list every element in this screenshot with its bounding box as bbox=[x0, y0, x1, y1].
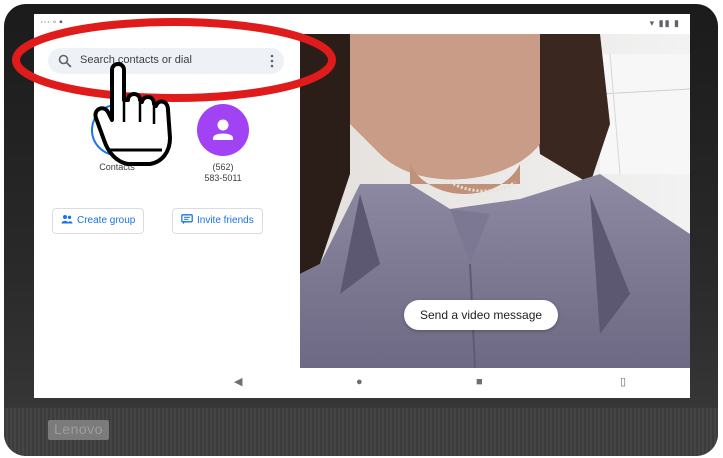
send-video-message-button[interactable]: Send a video message bbox=[404, 300, 559, 330]
invite-friends-button[interactable]: Invite friends bbox=[172, 208, 263, 234]
status-icons-left: ⋯ ◦ ▪ bbox=[40, 17, 63, 28]
contact-area-code: (562) bbox=[212, 162, 234, 172]
navigation-bar: ◀ ● ■ ▯ bbox=[34, 368, 690, 398]
recents-icon[interactable]: ■ bbox=[476, 376, 483, 388]
rotate-icon[interactable]: ▯ bbox=[620, 376, 626, 388]
contacts-tile-label: Contacts bbox=[99, 162, 135, 172]
contacts-pane: Search contacts or dial Contacts (562) 5… bbox=[34, 34, 300, 368]
search-icon bbox=[58, 54, 72, 68]
person-icon bbox=[213, 119, 233, 140]
back-icon[interactable]: ◀ bbox=[234, 376, 242, 388]
contacts-tile[interactable]: Contacts bbox=[82, 104, 152, 173]
contacts-avatar bbox=[91, 104, 143, 156]
avatar bbox=[197, 104, 249, 156]
status-icons-right: ▾ ▮▮ ▮ bbox=[649, 18, 680, 28]
contact-number: 583-5011 bbox=[204, 173, 242, 183]
create-group-label: Create group bbox=[77, 215, 136, 226]
tablet-screen: ⋯ ◦ ▪ ▾ ▮▮ ▮ Search contacts or dial Con bbox=[34, 14, 690, 398]
contact-tile-phone[interactable]: (562) 583-5011 bbox=[188, 104, 258, 184]
search-input[interactable]: Search contacts or dial bbox=[48, 48, 284, 74]
speaker-grille bbox=[4, 408, 718, 456]
brand-logo: Lenovo bbox=[48, 420, 109, 440]
contact-tile-label: (562) 583-5011 bbox=[188, 162, 258, 184]
home-icon[interactable]: ● bbox=[356, 376, 363, 388]
more-vert-icon[interactable] bbox=[270, 53, 274, 69]
message-icon bbox=[181, 214, 193, 224]
create-group-button[interactable]: Create group bbox=[52, 208, 145, 234]
camera-preview: Send a video message bbox=[300, 34, 690, 368]
search-placeholder: Search contacts or dial bbox=[80, 54, 192, 66]
stage: Lenovo ⋯ ◦ ▪ ▾ ▮▮ ▮ Search contacts or d… bbox=[0, 0, 723, 458]
group-icon bbox=[61, 215, 73, 224]
status-bar: ⋯ ◦ ▪ ▾ ▮▮ ▮ bbox=[34, 14, 690, 34]
invite-friends-label: Invite friends bbox=[197, 215, 254, 226]
